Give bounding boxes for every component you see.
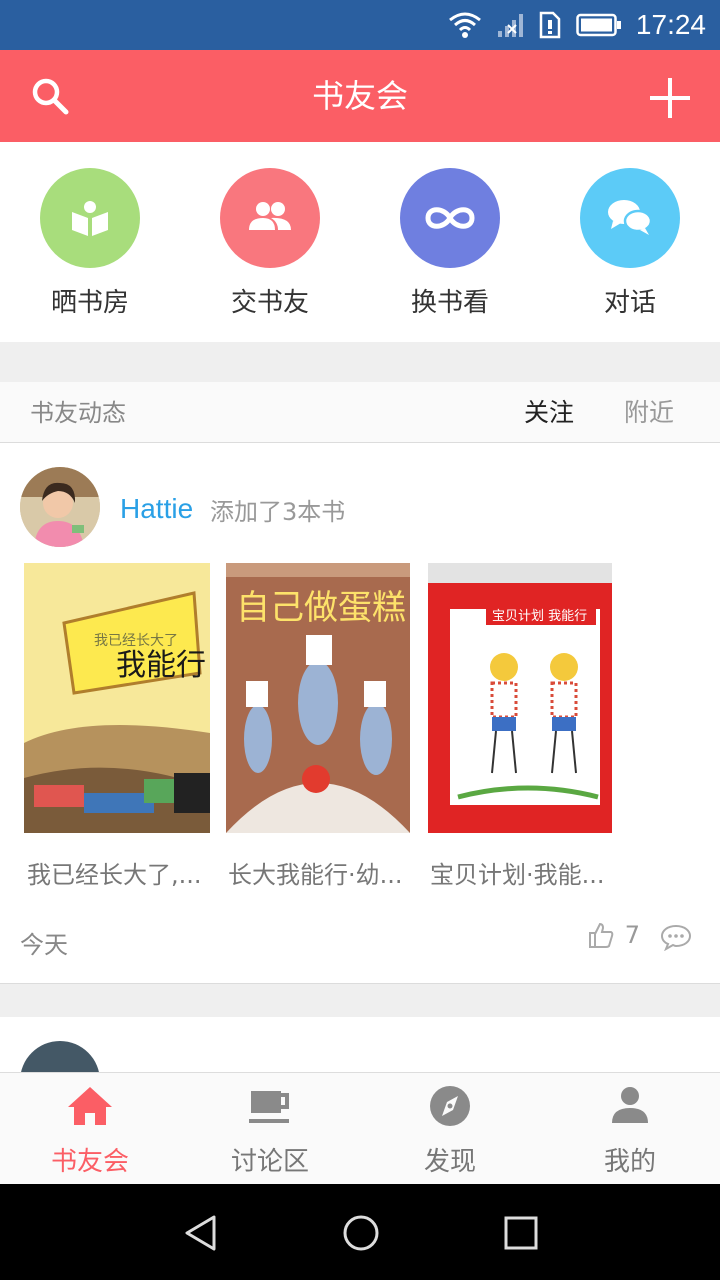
avatar[interactable] bbox=[20, 467, 100, 547]
tab-following[interactable]: 关注 bbox=[524, 382, 574, 444]
quick-item-make-friends[interactable]: 交书友 bbox=[180, 168, 360, 319]
clock: 17:24 bbox=[635, 9, 706, 40]
bottom-tab-bar: 书友会 讨论区 发现 我的 bbox=[0, 1072, 720, 1185]
post-username[interactable]: Hattie bbox=[120, 493, 193, 525]
back-icon[interactable] bbox=[182, 1214, 220, 1252]
quick-item-swap-books[interactable]: 换书看 bbox=[360, 168, 540, 319]
add-icon[interactable] bbox=[648, 76, 692, 120]
svg-text:我已经长大了: 我已经长大了 bbox=[94, 633, 178, 649]
like-button[interactable]: 7 bbox=[587, 921, 640, 949]
post-action-text: 添加了3本书 bbox=[210, 498, 346, 526]
open-book-icon bbox=[40, 168, 140, 268]
book-title[interactable]: 宝贝计划·我能... bbox=[430, 855, 616, 890]
book-cover[interactable]: 自己做蛋糕 bbox=[226, 563, 410, 833]
people-icon bbox=[220, 168, 320, 268]
tab-label: 书友会 bbox=[50, 1147, 129, 1177]
home-icon bbox=[68, 1087, 112, 1125]
quick-actions: 晒书房 交书友 换书看 对话 bbox=[0, 142, 720, 342]
feed-post: Hattie 添加了3本书 我已经长大了 我能行 我已经长大了,... 自己做蛋… bbox=[0, 443, 720, 984]
thumbs-up-icon bbox=[588, 922, 614, 948]
quick-item-label: 交书友 bbox=[230, 288, 309, 318]
compass-icon bbox=[430, 1086, 470, 1126]
quick-item-label: 晒书房 bbox=[50, 288, 129, 318]
signal-icon bbox=[497, 14, 523, 37]
person-icon bbox=[612, 1087, 648, 1123]
page-title: 书友会 bbox=[311, 77, 408, 115]
quick-item-show-bookroom[interactable]: 晒书房 bbox=[0, 168, 180, 319]
wifi-icon bbox=[448, 12, 481, 38]
coffee-cup-icon bbox=[249, 1091, 289, 1123]
quick-item-label: 对话 bbox=[603, 288, 656, 318]
tab-label: 发现 bbox=[423, 1147, 476, 1177]
infinity-icon bbox=[400, 168, 500, 268]
battery-icon bbox=[576, 13, 621, 37]
tab-discover[interactable]: 发现 bbox=[360, 1073, 540, 1185]
book-title[interactable]: 我已经长大了,... bbox=[27, 855, 213, 890]
section-title: 书友动态 bbox=[30, 399, 126, 427]
quick-item-label: 换书看 bbox=[410, 288, 489, 318]
feed-header: 书友动态 关注 附近 bbox=[0, 382, 720, 443]
svg-text:宝贝计划 我能行: 宝贝计划 我能行 bbox=[492, 609, 587, 624]
svg-text:自己做蛋糕: 自己做蛋糕 bbox=[236, 588, 406, 628]
recents-icon[interactable] bbox=[503, 1215, 539, 1251]
tab-label: 讨论区 bbox=[230, 1147, 309, 1177]
svg-text:我能行: 我能行 bbox=[116, 648, 206, 683]
sim-alert-icon bbox=[539, 11, 561, 39]
tab-mine[interactable]: 我的 bbox=[540, 1073, 720, 1185]
post-date: 今天 bbox=[20, 931, 68, 959]
app-bar: 书友会 bbox=[0, 50, 720, 142]
tab-label: 我的 bbox=[603, 1147, 656, 1177]
book-title[interactable]: 长大我能行·幼... bbox=[228, 855, 414, 890]
system-nav-bar bbox=[0, 1184, 720, 1280]
comment-icon[interactable] bbox=[660, 923, 692, 951]
tab-bookclub[interactable]: 书友会 bbox=[0, 1073, 180, 1185]
quick-item-chat[interactable]: 对话 bbox=[540, 168, 720, 319]
tab-discussion[interactable]: 讨论区 bbox=[180, 1073, 360, 1185]
book-cover[interactable]: 我已经长大了 我能行 bbox=[24, 563, 210, 833]
chat-bubbles-icon bbox=[580, 168, 680, 268]
status-bar: 17:24 bbox=[0, 0, 720, 50]
home-circle-icon[interactable] bbox=[342, 1214, 380, 1252]
tab-nearby[interactable]: 附近 bbox=[624, 382, 674, 444]
like-count: 7 bbox=[624, 921, 640, 949]
book-cover[interactable]: 宝贝计划 我能行 bbox=[428, 563, 612, 833]
